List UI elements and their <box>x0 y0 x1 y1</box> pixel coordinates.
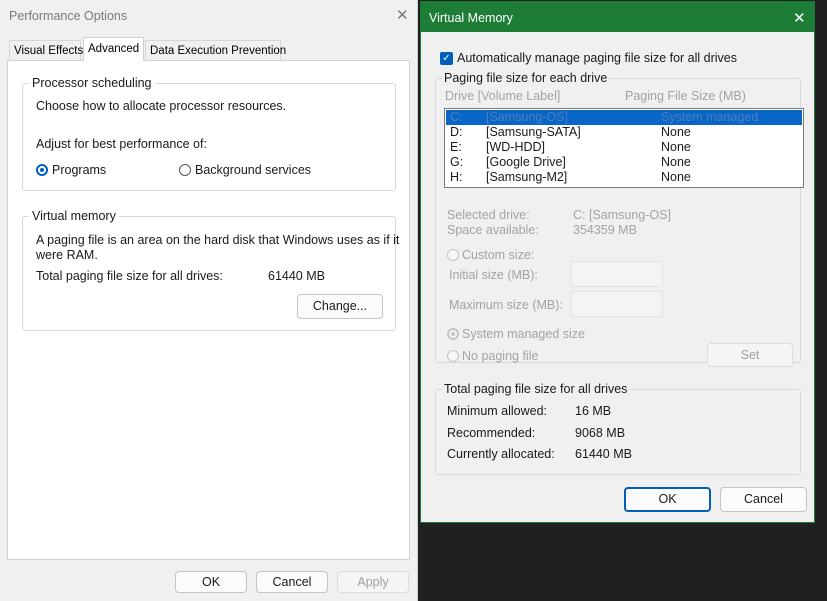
drive-letter: D: <box>450 125 463 139</box>
drive-label: [Samsung-SATA] <box>486 125 581 139</box>
drive-size: None <box>661 170 691 184</box>
check-icon[interactable]: ✓ <box>440 52 453 65</box>
list-item[interactable]: C: [Samsung-OS] System managed <box>446 110 802 125</box>
list-item[interactable]: D: [Samsung-SATA] None <box>446 125 802 140</box>
dialog-title: Virtual Memory <box>429 11 513 25</box>
window-title: Performance Options <box>9 9 128 23</box>
close-icon[interactable]: ✕ <box>396 8 409 23</box>
drive-size: System managed <box>661 110 759 124</box>
cancel-button[interactable]: Cancel <box>720 487 807 512</box>
cancel-button[interactable]: Cancel <box>256 571 328 593</box>
processor-scheduling-label: Processor scheduling <box>29 76 155 90</box>
adjust-label: Adjust for best performance of: <box>36 137 207 151</box>
maximum-size-input[interactable] <box>571 291 663 317</box>
dialog-titlebar: Virtual Memory ✕ <box>421 2 814 32</box>
no-paging-label[interactable]: No paging file <box>462 349 538 363</box>
drive-label: [Samsung-OS] <box>486 110 568 124</box>
minimum-allowed-value: 16 MB <box>575 404 612 418</box>
list-item[interactable]: E: [WD-HDD] None <box>446 140 802 155</box>
paging-group-label: Paging file size for each drive <box>442 71 610 85</box>
close-icon[interactable]: ✕ <box>793 9 806 27</box>
initial-size-label: Initial size (MB): <box>449 268 538 282</box>
drive-size: None <box>661 155 691 169</box>
drive-label: [WD-HDD] <box>486 140 546 154</box>
programs-radio[interactable] <box>36 164 48 176</box>
drive-size: None <box>661 140 691 154</box>
advanced-tab-page: Processor scheduling Choose how to alloc… <box>7 60 410 560</box>
virtual-memory-description-2: were RAM. <box>36 248 98 262</box>
recommended-value: 9068 MB <box>575 426 626 440</box>
list-item[interactable]: H: [Samsung-M2] None <box>446 170 802 185</box>
background-services-radio[interactable] <box>179 164 191 176</box>
auto-manage-label[interactable]: Automatically manage paging file size fo… <box>457 51 737 65</box>
drive-label: [Google Drive] <box>486 155 566 169</box>
tab-advanced[interactable]: Advanced <box>83 37 144 61</box>
drive-label: [Samsung-M2] <box>486 170 568 184</box>
performance-options-window: Performance Options ✕ Visual Effects Adv… <box>0 0 418 601</box>
space-available-label: Space available: <box>447 223 539 237</box>
ok-button[interactable]: OK <box>175 571 247 593</box>
drive-list[interactable]: C: [Samsung-OS] System managed D: [Samsu… <box>444 108 804 188</box>
minimum-allowed-label: Minimum allowed: <box>447 404 548 418</box>
recommended-label: Recommended: <box>447 426 536 440</box>
set-button[interactable]: Set <box>707 343 793 367</box>
tab-data-execution-prevention[interactable]: Data Execution Prevention <box>145 40 286 60</box>
apply-button[interactable]: Apply <box>337 571 409 593</box>
no-paging-radio[interactable] <box>447 350 459 362</box>
change-button[interactable]: Change... <box>297 294 383 319</box>
virtual-memory-dialog: Virtual Memory ✕ ✓ Automatically manage … <box>420 1 815 523</box>
custom-size-label[interactable]: Custom size: <box>462 248 534 262</box>
list-item[interactable]: G: [Google Drive] None <box>446 155 802 170</box>
total-paging-label: Total paging file size for all drives: <box>36 269 223 283</box>
total-paging-value: 61440 MB <box>268 269 325 283</box>
drive-letter: E: <box>450 140 462 154</box>
maximum-size-label: Maximum size (MB): <box>449 298 563 312</box>
tab-visual-effects[interactable]: Visual Effects <box>9 40 83 60</box>
virtual-memory-label: Virtual memory <box>29 209 119 223</box>
system-managed-label[interactable]: System managed size <box>462 327 585 341</box>
programs-label[interactable]: Programs <box>52 163 106 177</box>
drive-letter: H: <box>450 170 463 184</box>
selected-drive-value: C: [Samsung-OS] <box>573 208 671 222</box>
totals-group-label: Total paging file size for all drives <box>442 382 630 396</box>
custom-size-radio[interactable] <box>447 249 459 261</box>
system-managed-radio[interactable] <box>447 328 459 340</box>
column-drive-header: Drive [Volume Label] <box>445 89 561 103</box>
column-size-header: Paging File Size (MB) <box>625 89 746 103</box>
drive-letter: G: <box>450 155 464 169</box>
drive-size: None <box>661 125 691 139</box>
drive-letter: C: <box>450 110 463 124</box>
background-services-label[interactable]: Background services <box>195 163 311 177</box>
processor-description: Choose how to allocate processor resourc… <box>36 99 287 113</box>
virtual-memory-description-1: A paging file is an area on the hard dis… <box>36 233 400 247</box>
currently-allocated-label: Currently allocated: <box>447 447 555 461</box>
selected-drive-label: Selected drive: <box>447 208 530 222</box>
space-available-value: 354359 MB <box>573 223 637 237</box>
currently-allocated-value: 61440 MB <box>575 447 632 461</box>
initial-size-input[interactable] <box>571 261 663 287</box>
ok-button[interactable]: OK <box>624 487 711 512</box>
